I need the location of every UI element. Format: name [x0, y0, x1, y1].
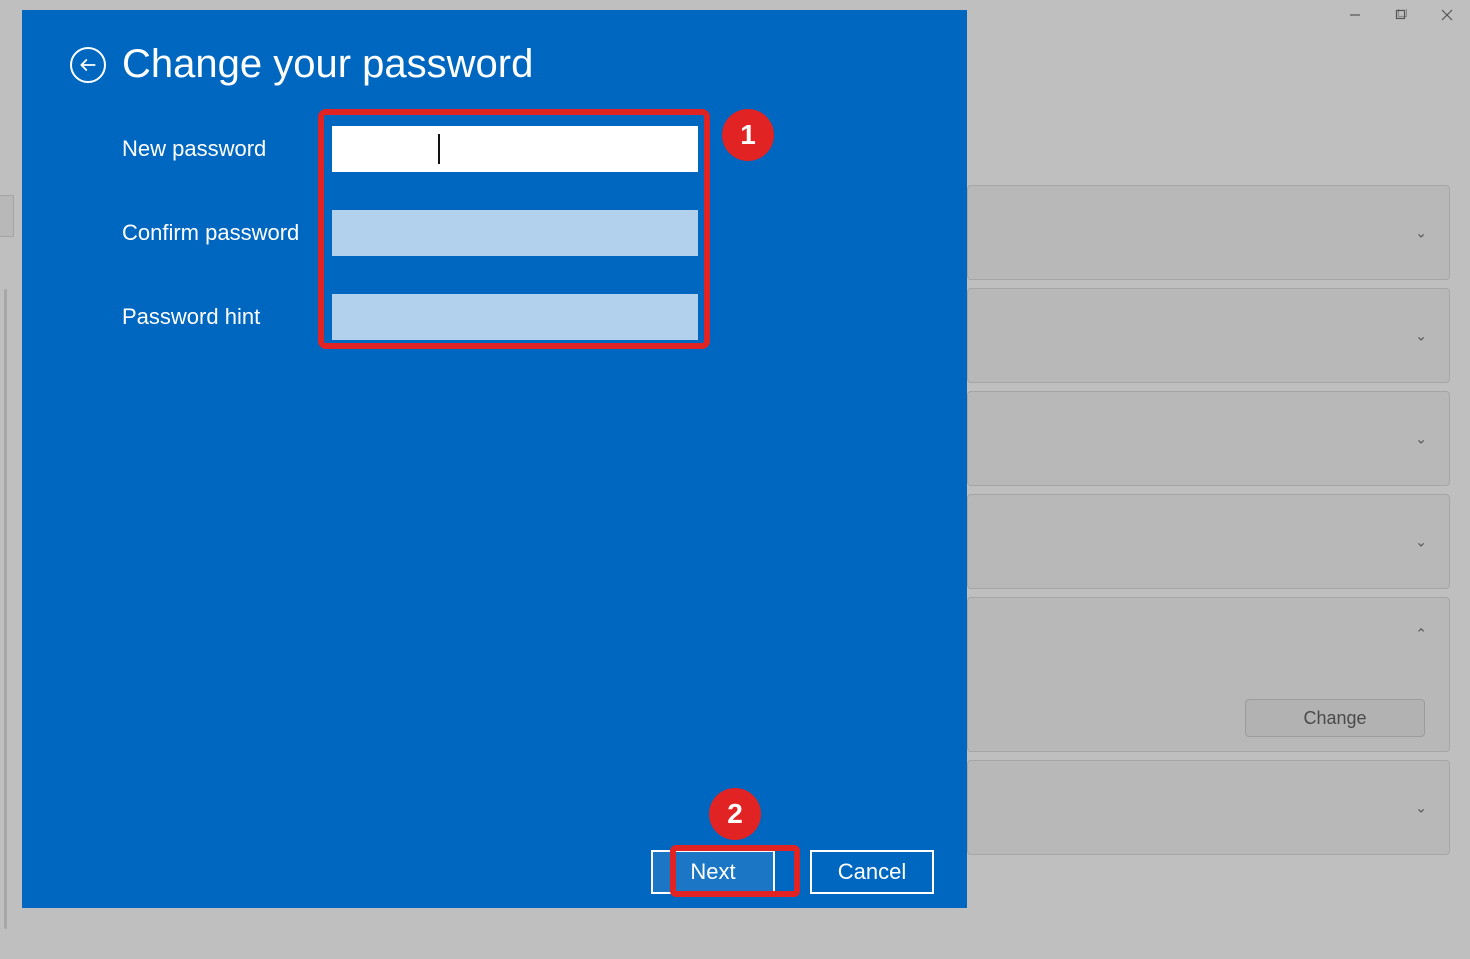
change-button-label: Change: [1303, 708, 1366, 729]
annotation-badge-1: 1: [722, 109, 774, 161]
dialog-header: Change your password: [22, 10, 967, 87]
chevron-down-icon: ⌄: [1415, 327, 1427, 344]
partial-element: [0, 195, 14, 237]
new-password-input[interactable]: [332, 126, 698, 172]
chevron-down-icon: ⌄: [1415, 799, 1427, 816]
close-button[interactable]: [1424, 0, 1470, 30]
cancel-button-label: Cancel: [838, 859, 906, 885]
bg-card[interactable]: ⌄: [967, 494, 1450, 589]
annotation-badge-2: 2: [709, 788, 761, 840]
chevron-down-icon: ⌄: [1415, 224, 1427, 241]
bg-card-list: ⌄ ⌄ ⌄ ⌄ ⌃ Change ⌄: [967, 185, 1450, 863]
window-caption-buttons: [1332, 0, 1470, 30]
chevron-down-icon: ⌄: [1415, 430, 1427, 447]
next-button[interactable]: Next: [651, 850, 775, 894]
next-button-label: Next: [690, 859, 735, 885]
back-button[interactable]: [70, 47, 106, 83]
bg-card[interactable]: ⌄: [967, 185, 1450, 280]
arrow-left-icon: [78, 55, 98, 75]
password-form: New password Confirm password Password h…: [122, 126, 698, 378]
bg-card[interactable]: ⌄: [967, 391, 1450, 486]
password-hint-input[interactable]: [332, 294, 698, 340]
dialog-action-bar: Next Cancel: [22, 850, 934, 894]
chevron-up-icon: ⌃: [1415, 626, 1427, 643]
new-password-label: New password: [122, 136, 332, 162]
bg-card[interactable]: ⌄: [967, 288, 1450, 383]
minimize-button[interactable]: [1332, 0, 1378, 30]
cancel-button[interactable]: Cancel: [810, 850, 934, 894]
change-password-dialog: Change your password New password Confir…: [22, 10, 967, 908]
bg-card-expanded[interactable]: ⌃ Change: [967, 597, 1450, 752]
change-button[interactable]: Change: [1245, 699, 1425, 737]
confirm-password-input[interactable]: [332, 210, 698, 256]
bg-card[interactable]: ⌄: [967, 760, 1450, 855]
dialog-title: Change your password: [122, 42, 533, 87]
chevron-down-icon: ⌄: [1415, 533, 1427, 550]
maximize-button[interactable]: [1378, 0, 1424, 30]
password-hint-label: Password hint: [122, 304, 332, 330]
scrollbar-track: [4, 289, 7, 929]
text-cursor: [438, 134, 440, 164]
confirm-password-label: Confirm password: [122, 220, 332, 246]
